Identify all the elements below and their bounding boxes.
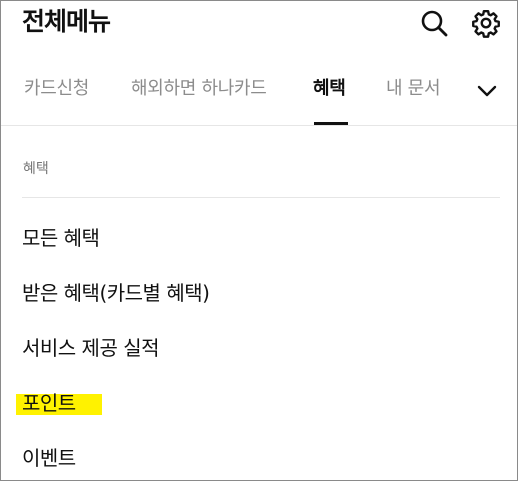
gear-icon (472, 9, 500, 38)
section-title: 혜택 (23, 161, 49, 177)
search-icon (421, 10, 448, 37)
search-button[interactable] (418, 7, 450, 39)
menu-item-all-benefits[interactable]: 모든 혜택 (22, 224, 100, 252)
page-title: 전체메뉴 (22, 7, 111, 36)
tab-benefits[interactable]: 혜택 (313, 76, 346, 102)
tab-card-apply[interactable]: 카드신청 (24, 76, 89, 102)
menu-item-points[interactable]: 포인트 (22, 389, 76, 417)
header: 전체메뉴 (1, 1, 517, 51)
menu-panel: 전체메뉴 카드신청 해외하면 하나카드 혜택 내 문서 혜택 모든 혜택 받은 (0, 0, 518, 481)
menu-item-received-benefits[interactable]: 받은 혜택(카드별 혜택) (22, 279, 210, 307)
menu-item-events[interactable]: 이벤트 (22, 444, 76, 472)
tab-my-documents[interactable]: 내 문서 (386, 76, 441, 102)
settings-button[interactable] (470, 7, 502, 39)
active-tab-indicator (314, 122, 348, 125)
tabs-expand-button[interactable] (473, 77, 501, 105)
section-divider (22, 197, 500, 198)
tab-bar: 카드신청 해외하면 하나카드 혜택 내 문서 (1, 63, 517, 126)
chevron-down-icon (477, 85, 497, 97)
menu-item-service-performance[interactable]: 서비스 제공 실적 (22, 334, 160, 362)
tab-overseas-hana-card[interactable]: 해외하면 하나카드 (131, 76, 267, 102)
